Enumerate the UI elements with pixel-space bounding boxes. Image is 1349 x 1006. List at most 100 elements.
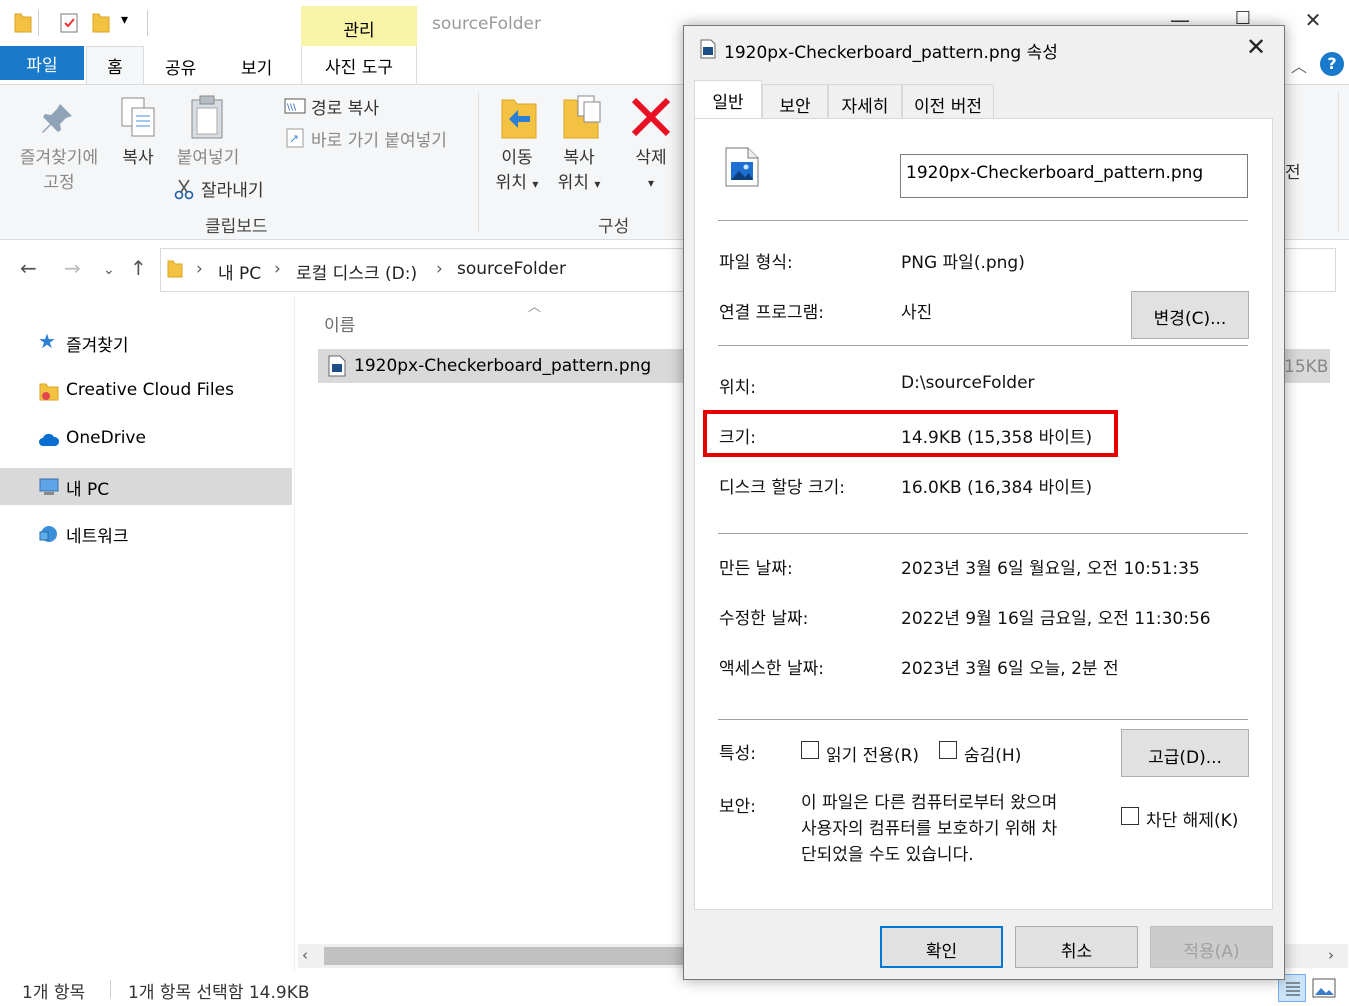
paste-shortcut-icon: [286, 128, 304, 148]
delete-button[interactable]: 삭제 ▾: [624, 146, 678, 196]
accessed-value: 2023년 3월 6일 오늘, 2분 전: [901, 659, 1119, 679]
breadcrumb-source-folder[interactable]: sourceFolder: [457, 259, 566, 279]
ribbon-truncated-label: 전: [1285, 163, 1301, 183]
window-title: sourceFolder: [432, 14, 541, 34]
tab-previous-versions[interactable]: 이전 버전: [902, 84, 994, 118]
new-folder-icon[interactable]: [90, 12, 112, 34]
large-icons-view-icon[interactable]: [1312, 978, 1336, 998]
folder-icon[interactable]: [12, 12, 34, 34]
qat-separator: [38, 10, 39, 36]
back-button[interactable]: ←: [20, 256, 37, 280]
svg-text:\\\: \\\: [287, 103, 297, 113]
divider: [718, 220, 1248, 221]
scissors-icon: [174, 179, 194, 200]
copy-path-icon: \\\: [284, 98, 306, 114]
folder-icon: [167, 260, 183, 278]
file-type-value: PNG 파일(.png): [901, 253, 1025, 273]
manage-contextual-tab[interactable]: 관리: [301, 6, 417, 46]
scroll-left-icon[interactable]: ‹: [302, 946, 308, 964]
group-separator: [478, 92, 479, 232]
created-value: 2023년 3월 6일 월요일, 오전 10:51:35: [901, 559, 1200, 579]
security-label: 보안:: [719, 797, 757, 817]
readonly-checkbox[interactable]: [801, 741, 819, 759]
copy-icon: [121, 97, 155, 137]
clipboard-group-label: 클립보드: [205, 217, 268, 237]
tab-share[interactable]: 공유: [165, 54, 196, 79]
image-file-icon: [700, 39, 716, 59]
close-icon[interactable]: ✕: [1246, 33, 1266, 61]
breadcrumb-this-pc[interactable]: 내 PC: [218, 259, 261, 284]
opens-with-label: 연결 프로그램:: [719, 303, 824, 323]
copy-path-button[interactable]: 경로 복사: [311, 94, 379, 119]
creative-cloud-folder-icon: [39, 383, 59, 401]
cut-button[interactable]: 잘라내기: [201, 176, 264, 201]
location-label: 위치:: [719, 378, 757, 398]
breadcrumb-local-disk[interactable]: 로컬 디스크 (D:): [296, 259, 417, 284]
unblock-checkbox[interactable]: [1121, 807, 1139, 825]
nav-item-this-pc[interactable]: 내 PC: [0, 468, 292, 505]
modified-label: 수정한 날짜:: [719, 609, 809, 629]
filename-input[interactable]: 1920px-Checkerboard_pattern.png: [900, 154, 1248, 198]
column-header-name[interactable]: 이름: [324, 311, 355, 336]
collapse-ribbon-icon[interactable]: ︿: [1291, 53, 1307, 77]
breadcrumb-separator: ›: [274, 259, 281, 279]
disk-size-label: 디스크 할당 크기:: [719, 478, 846, 498]
nav-item-favorites[interactable]: ★ 즐겨찾기: [0, 324, 292, 361]
paste-shortcut-button[interactable]: 바로 가기 붙여넣기: [311, 126, 447, 151]
tab-security[interactable]: 보안: [762, 84, 828, 118]
onedrive-cloud-icon: [39, 433, 60, 446]
nav-item-network[interactable]: 네트워크: [0, 515, 292, 552]
group-separator: [1338, 92, 1339, 232]
nav-item-onedrive[interactable]: OneDrive: [0, 421, 292, 458]
dialog-title: 1920px-Checkerboard_pattern.png 속성: [724, 43, 1058, 63]
nav-item-creative-cloud[interactable]: Creative Cloud Files: [0, 373, 292, 410]
hidden-label[interactable]: 숨김(H): [964, 741, 1021, 766]
move-to-button[interactable]: 이동 위치 ▾: [488, 146, 546, 197]
tab-view[interactable]: 보기: [241, 54, 272, 79]
tab-general[interactable]: 일반: [694, 80, 762, 119]
paste-button[interactable]: 붙여넣기: [168, 146, 248, 171]
copy-to-button[interactable]: 복사 위치 ▾: [548, 146, 610, 197]
status-selected: 1개 항목 선택함 14.9KB: [128, 983, 310, 1003]
breadcrumb-separator: ›: [436, 259, 443, 279]
advanced-button[interactable]: 고급(D)...: [1121, 729, 1249, 777]
copy-to-icon: [563, 95, 601, 139]
help-icon[interactable]: ?: [1320, 52, 1344, 76]
pin-icon: [42, 104, 72, 133]
size-label: 크기:: [719, 428, 757, 448]
network-icon: [39, 526, 57, 542]
list-lines-icon: [1286, 982, 1300, 996]
image-file-large-icon: [725, 147, 759, 187]
ok-button[interactable]: 확인: [880, 926, 1003, 968]
scroll-right-icon[interactable]: ›: [1328, 946, 1334, 964]
readonly-label[interactable]: 읽기 전용(R): [826, 741, 919, 766]
attributes-label: 특성:: [719, 744, 757, 764]
cancel-button[interactable]: 취소: [1015, 926, 1138, 968]
pane-splitter[interactable]: [294, 296, 295, 970]
forward-button[interactable]: →: [64, 256, 81, 280]
tab-photo-tools[interactable]: 사진 도구: [301, 46, 417, 84]
change-button[interactable]: 변경(C)...: [1131, 291, 1249, 339]
close-window-icon[interactable]: ✕: [1298, 8, 1328, 38]
delete-icon: [631, 97, 671, 137]
disk-size-value: 16.0KB (16,384 바이트): [901, 478, 1093, 498]
up-button[interactable]: ↑: [130, 256, 147, 280]
scrollbar-thumb[interactable]: [324, 947, 684, 965]
tab-file[interactable]: 파일: [0, 46, 84, 80]
star-icon: ★: [38, 329, 56, 353]
tab-home[interactable]: 홈: [86, 46, 144, 85]
size-value: 14.9KB (15,358 바이트): [901, 428, 1093, 448]
hidden-checkbox[interactable]: [939, 741, 957, 759]
properties-icon[interactable]: [58, 12, 80, 34]
dropdown-arrow-icon: ▾: [532, 177, 539, 191]
copy-button[interactable]: 복사: [112, 146, 164, 171]
unblock-label[interactable]: 차단 해제(K): [1146, 806, 1238, 831]
divider: [718, 719, 1248, 720]
recent-locations-icon[interactable]: ⌄: [103, 262, 115, 278]
qat-dropdown-icon[interactable]: ▾: [121, 12, 128, 28]
tab-details[interactable]: 자세히: [828, 84, 902, 118]
pin-to-quick-access-button[interactable]: 즐겨찾기에 고정: [8, 146, 110, 196]
security-message: 이 파일은 다른 컴퓨터로부터 왔으며 사용자의 컴퓨터를 보호하기 위해 차 …: [801, 793, 1058, 865]
modified-value: 2022년 9월 16일 금요일, 오전 11:30:56: [901, 609, 1211, 629]
apply-button[interactable]: 적용(A): [1150, 926, 1273, 968]
